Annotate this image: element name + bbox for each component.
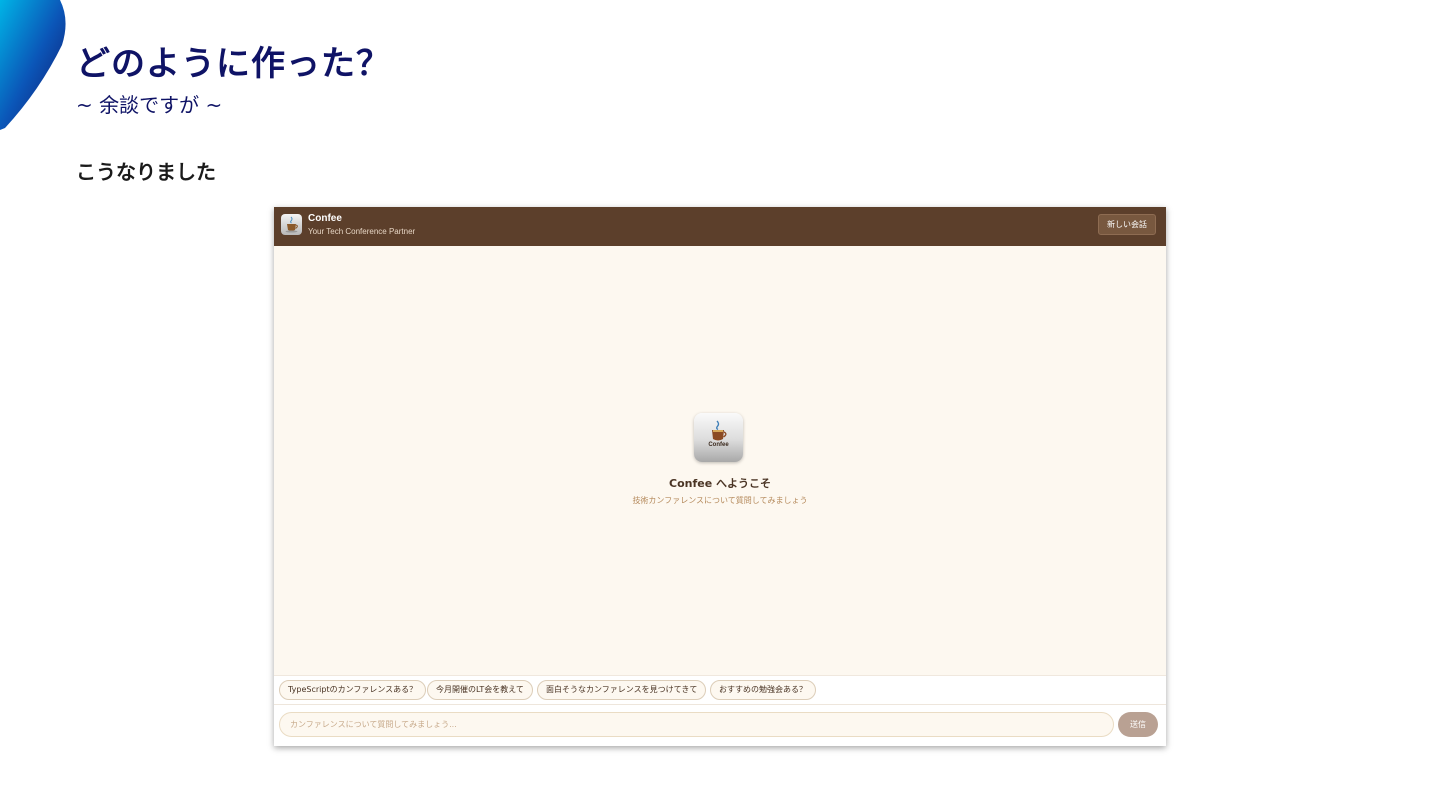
- welcome-title: Confee へようこそ: [669, 477, 771, 490]
- section-heading: こうなりました: [76, 160, 216, 184]
- new-chat-button[interactable]: 新しい会話: [1098, 214, 1156, 235]
- app-logo: Confee: [694, 413, 743, 462]
- app-screenshot: Confee Your Tech Conference Partner 新しい会…: [274, 207, 1166, 746]
- suggestion-chip[interactable]: おすすめの勉強会ある？: [710, 680, 816, 700]
- coffee-cup-icon: [281, 214, 302, 235]
- coffee-cup-icon: [712, 420, 727, 441]
- app-header: Confee Your Tech Conference Partner 新しい会…: [274, 207, 1166, 246]
- page-title: どのように作った？: [76, 44, 391, 84]
- welcome-subtitle: 技術カンファレンスについて質問してみましょう: [632, 496, 808, 505]
- suggestion-chip[interactable]: 今月開催のLT会を教えて: [427, 680, 533, 700]
- suggestion-chip[interactable]: 面白そうなカンファレンスを見つけてきて: [537, 680, 707, 700]
- corner-decoration: [0, 0, 66, 130]
- app-name: Confee: [308, 213, 342, 224]
- input-bar: 送信: [274, 705, 1166, 746]
- app-logo-text: Confee: [708, 442, 729, 448]
- suggestion-chip[interactable]: TypeScriptのカンファレンスある？: [279, 680, 427, 700]
- page-subtitle: ~ 余談ですが ~: [76, 93, 223, 117]
- suggestions-bar: TypeScriptのカンファレンスある？ 今月開催のLT会を教えて 面白そうな…: [274, 675, 1166, 705]
- app-tagline: Your Tech Conference Partner: [308, 227, 416, 236]
- message-input[interactable]: [279, 712, 1114, 737]
- send-button[interactable]: 送信: [1118, 712, 1158, 737]
